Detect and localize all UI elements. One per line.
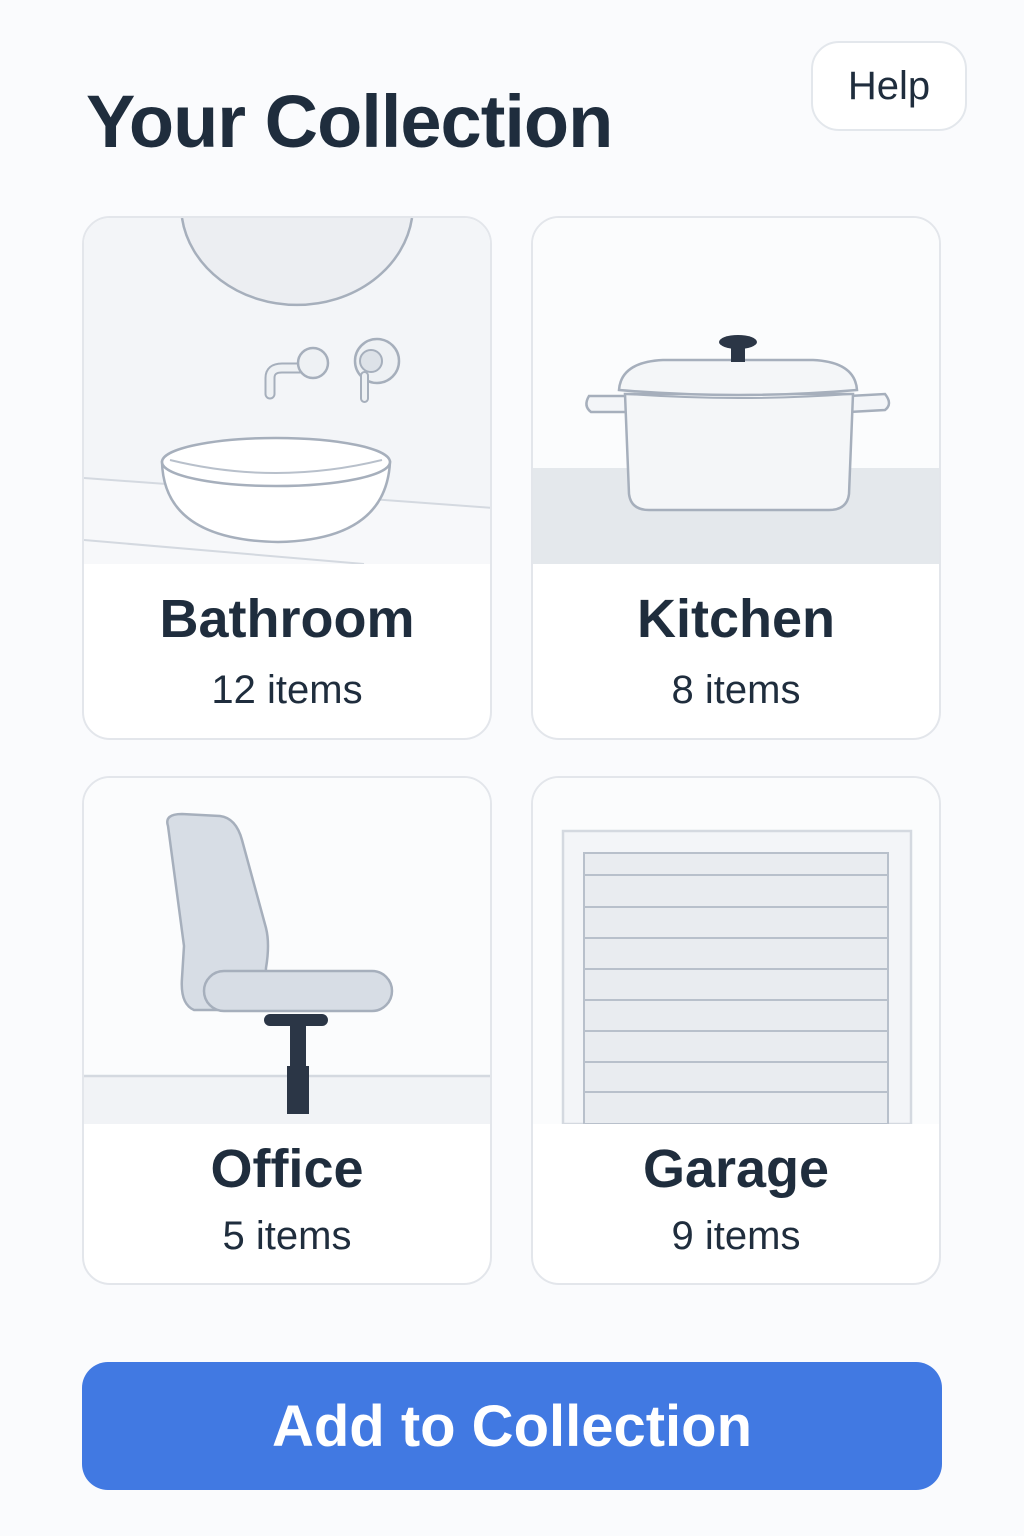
chair-icon (84, 778, 490, 1124)
help-button[interactable]: Help (811, 41, 967, 131)
category-item-count: 5 items (222, 1214, 352, 1258)
category-card-office[interactable]: Office 5 items (82, 776, 492, 1285)
pot-icon (533, 218, 939, 564)
category-title: Kitchen (636, 589, 836, 649)
category-item-count: 12 items (211, 668, 363, 712)
add-to-collection-button[interactable]: Add to Collection (82, 1362, 942, 1490)
garage-door-icon (533, 778, 939, 1124)
category-title: Office (210, 1139, 364, 1199)
category-title: Bathroom (159, 589, 415, 649)
category-card-bathroom[interactable]: Bathroom 12 items (82, 216, 492, 740)
category-card-kitchen[interactable]: Kitchen 8 items (531, 216, 941, 740)
page-title: Your Collection (86, 80, 613, 163)
sink-icon (84, 218, 490, 564)
category-item-count: 9 items (671, 1214, 801, 1258)
category-title: Garage (642, 1139, 830, 1199)
category-card-garage[interactable]: Garage 9 items (531, 776, 941, 1285)
category-item-count: 8 items (671, 668, 801, 712)
